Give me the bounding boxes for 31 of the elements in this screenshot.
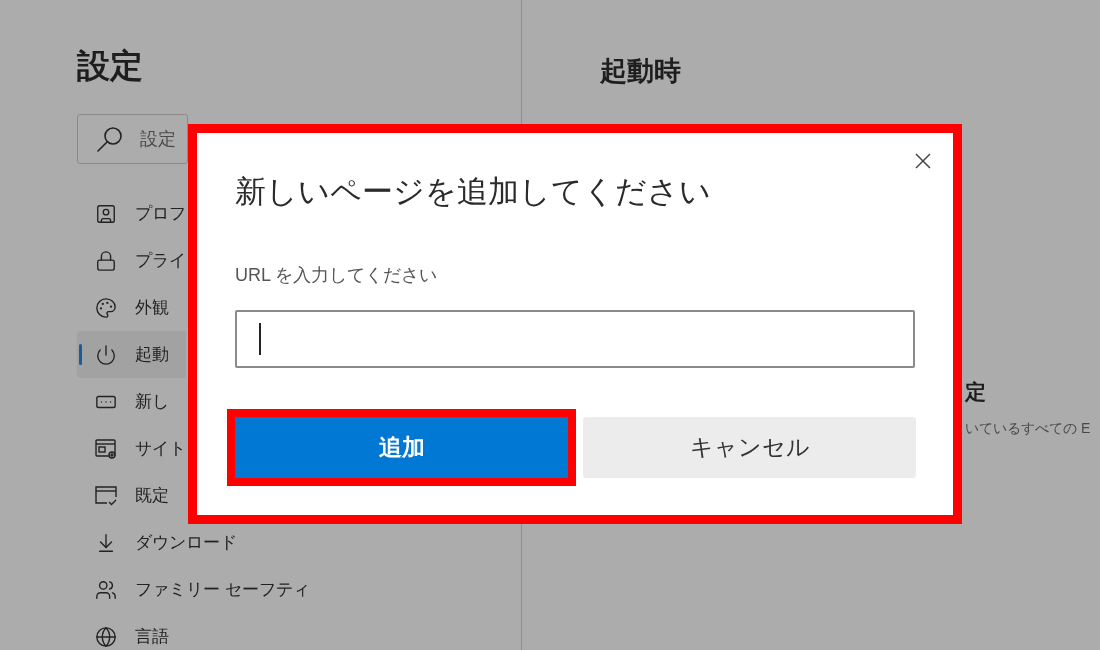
search-field[interactable]: 設定: [77, 114, 188, 164]
window-check-icon: [95, 484, 117, 507]
url-input-field[interactable]: [235, 310, 915, 368]
sidebar-item[interactable]: 外観: [77, 284, 186, 331]
add-button[interactable]: 追加: [235, 417, 568, 478]
settings-title: 設定: [77, 46, 143, 86]
sidebar-item[interactable]: サイト: [77, 425, 186, 472]
window-gear-icon: [95, 437, 117, 460]
power-icon: [95, 343, 117, 366]
sidebar-item[interactable]: ファミリー セーフティ: [77, 566, 310, 613]
search-icon: [97, 126, 123, 152]
sidebar-item[interactable]: プライ: [77, 237, 186, 284]
profile-icon: [95, 202, 117, 225]
field-label: URL を入力してください: [235, 264, 438, 287]
section-heading: 起動時: [600, 55, 681, 88]
globe-icon: [95, 625, 117, 648]
sidebar-item[interactable]: 既定: [77, 472, 186, 519]
people-icon: [95, 578, 117, 601]
sidebar-item[interactable]: 起動: [77, 331, 186, 378]
cancel-button[interactable]: キャンセル: [583, 417, 916, 478]
lock-icon: [95, 249, 117, 272]
setting-description: いているすべての E: [965, 419, 1091, 438]
sidebar-item[interactable]: 言語: [77, 613, 186, 650]
palette-icon: [95, 296, 117, 319]
close-icon: [915, 153, 931, 169]
sidebar-item[interactable]: プロフ: [77, 190, 186, 237]
close-button[interactable]: [915, 153, 931, 169]
setting-title: 定: [965, 379, 986, 405]
sidebar-item[interactable]: ダウンロード: [77, 519, 237, 566]
sidebar-item[interactable]: 新し: [77, 378, 186, 425]
dialog-title: 新しいページを追加してください: [235, 174, 711, 210]
